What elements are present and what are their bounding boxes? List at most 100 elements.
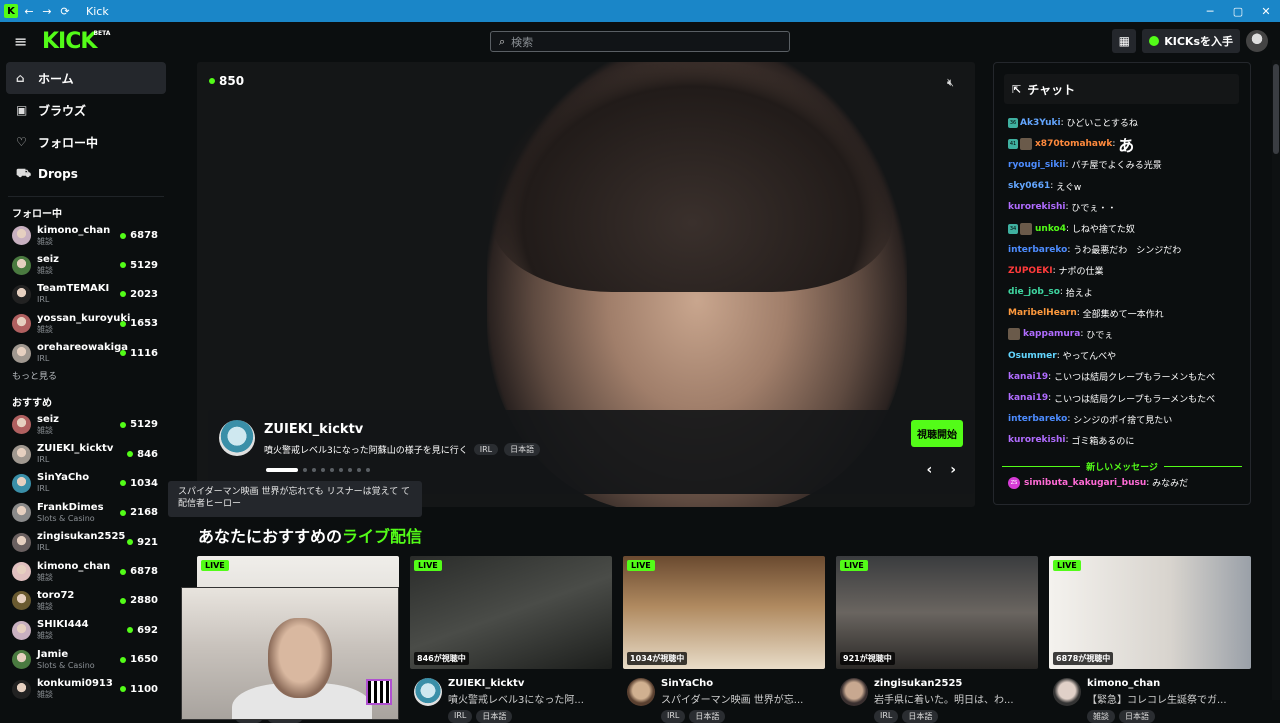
search-input[interactable]: ⌕ 検索 xyxy=(490,31,790,52)
sidebar-item-drops[interactable]: ⛟ Drops xyxy=(6,158,166,190)
chat-username[interactable]: interbareko xyxy=(1008,414,1067,424)
sidebar-channel[interactable]: yossan_kuroyuki 雑談 1653 xyxy=(0,309,172,338)
stream-card[interactable]: LIVE 846が視聴中 ZUIEKI_kicktv 噴火警戒レベル3になった阿… xyxy=(410,556,612,723)
new-messages-divider[interactable]: 新しいメッセージ xyxy=(1002,460,1243,473)
chat-username[interactable]: Ak3Yuki xyxy=(1020,118,1061,128)
featured-channel-name[interactable]: ZUIEKI_kicktv xyxy=(264,422,363,437)
stream-card[interactable]: LIVE 921が視聴中 zingisukan2525 岩手県に着いた。明日は、… xyxy=(836,556,1038,723)
carousel-dot[interactable] xyxy=(312,468,316,472)
channel-avatar[interactable] xyxy=(414,678,442,706)
chat-username[interactable]: ryougi_sikii xyxy=(1008,160,1066,170)
sidebar-channel[interactable]: kimono_chan 雑談 6878 xyxy=(0,221,172,250)
tag-japanese[interactable]: 日本語 xyxy=(504,443,541,456)
show-more-link[interactable]: もっと見る xyxy=(12,368,172,384)
stream-tag[interactable]: IRL xyxy=(448,710,473,723)
stream-thumbnail[interactable]: LIVE 1034が視聴中 xyxy=(623,556,825,669)
popout-icon[interactable]: ⇱ xyxy=(1012,83,1021,96)
sidebar-channel[interactable]: TeamTEMAKI IRL 2023 xyxy=(0,280,172,309)
stream-title[interactable]: 【緊急】コレコレ生誕祭でガ... xyxy=(1087,691,1251,706)
chevron-right-icon[interactable]: › xyxy=(950,462,956,478)
chat-username[interactable]: kappamura xyxy=(1023,329,1080,339)
channel-avatar[interactable] xyxy=(1053,678,1081,706)
chat-username[interactable]: die_job_so xyxy=(1008,287,1060,297)
dashboard-button[interactable]: ▦ xyxy=(1112,29,1137,53)
channel-name[interactable]: ZUIEKI_kicktv xyxy=(448,678,524,689)
carousel-dot[interactable] xyxy=(366,468,370,472)
channel-name: kimono_chan xyxy=(37,224,111,236)
sidebar-channel[interactable]: FrankDimes Slots & Casino 2168 xyxy=(0,498,172,527)
sidebar-item-browse[interactable]: ▣ ブラウズ xyxy=(6,94,166,126)
sidebar-channel[interactable]: seiz 雑談 5129 xyxy=(0,410,172,439)
channel-name[interactable]: zingisukan2525 xyxy=(874,678,962,689)
stream-card[interactable]: LIVE 1034が視聴中 SinYaCho スパイダーマン映画 世界が忘...… xyxy=(623,556,825,723)
channel-name[interactable]: SinYaCho xyxy=(661,678,713,689)
menu-icon[interactable]: ≡ xyxy=(14,32,30,51)
page-scrollbar[interactable] xyxy=(1272,60,1280,700)
kick-logo[interactable]: KICK BETA xyxy=(42,29,110,54)
chat-username[interactable]: interbareko xyxy=(1008,245,1067,255)
sidebar-channel[interactable]: zingisukan2525 IRL 921 xyxy=(0,528,172,557)
chat-username[interactable]: ZUPOEKI xyxy=(1008,266,1053,276)
maximize-button[interactable]: ▢ xyxy=(1224,0,1252,22)
carousel-dot[interactable] xyxy=(330,468,334,472)
stream-tag[interactable]: 雑談 xyxy=(1087,710,1115,723)
back-arrow-icon[interactable]: ← xyxy=(22,4,36,18)
chat-username[interactable]: kanai19 xyxy=(1008,393,1048,403)
stream-thumbnail[interactable]: LIVE 921が視聴中 xyxy=(836,556,1038,669)
reload-icon[interactable]: ⟳ xyxy=(58,4,72,18)
chat-username[interactable]: unko4 xyxy=(1035,224,1066,234)
sidebar-channel[interactable]: SHIKI444 雑談 692 xyxy=(0,616,172,645)
stream-card[interactable]: LIVE 6878が視聴中 kimono_chan 【緊急】コレコレ生誕祭でガ.… xyxy=(1049,556,1251,723)
sidebar-channel[interactable]: seiz 雑談 5129 xyxy=(0,250,172,279)
chat-username[interactable]: kurorekishi xyxy=(1008,202,1065,212)
chat-username[interactable]: kanai19 xyxy=(1008,372,1048,382)
carousel-dot[interactable] xyxy=(348,468,352,472)
close-button[interactable]: ✕ xyxy=(1252,0,1280,22)
chat-message: sky0661: えぐw xyxy=(1008,176,1248,197)
featured-channel-avatar[interactable] xyxy=(219,420,255,456)
sidebar-channel[interactable]: kimono_chan 雑談 6878 xyxy=(0,557,172,586)
chat-username[interactable]: sky0661 xyxy=(1008,181,1050,191)
mini-player[interactable] xyxy=(181,587,399,720)
sidebar-channel[interactable]: ZUIEKI_kicktv IRL 846 xyxy=(0,439,172,468)
sidebar-item-home[interactable]: ⌂ ホーム xyxy=(6,62,166,94)
sidebar-channel[interactable]: Jamie Slots & Casino 1650 xyxy=(0,645,172,674)
stream-tag[interactable]: 日本語 xyxy=(689,710,726,723)
stream-thumbnail[interactable]: LIVE 6878が視聴中 xyxy=(1049,556,1251,669)
sidebar-channel[interactable]: toro72 雑談 2880 xyxy=(0,586,172,615)
carousel-dot[interactable] xyxy=(303,468,307,472)
user-avatar[interactable] xyxy=(1246,30,1268,52)
carousel-dot[interactable] xyxy=(339,468,343,472)
chat-username[interactable]: x870tomahawk xyxy=(1035,139,1112,149)
mute-icon[interactable]: 🔇︎ xyxy=(947,76,961,90)
chat-username[interactable]: simibuta_kakugari_busu xyxy=(1024,478,1146,488)
stream-title[interactable]: 噴火警戒レベル3になった阿... xyxy=(448,691,612,706)
carousel-dot[interactable] xyxy=(357,468,361,472)
minimize-button[interactable]: ─ xyxy=(1196,0,1224,22)
sidebar-channel[interactable]: SinYaCho IRL 1034 xyxy=(0,469,172,498)
sidebar-item-following[interactable]: ♡ フォロー中 xyxy=(6,126,166,158)
chat-username[interactable]: MaribelHearn xyxy=(1008,308,1077,318)
start-watching-button[interactable]: 視聴開始 xyxy=(911,420,963,447)
stream-title[interactable]: スパイダーマン映画 世界が忘... xyxy=(661,691,825,706)
get-kicks-button[interactable]: KICKsを入手 xyxy=(1142,29,1240,53)
sidebar-channel[interactable]: orehareowakiga IRL 1116 xyxy=(0,339,172,368)
stream-thumbnail[interactable]: LIVE 846が視聴中 xyxy=(410,556,612,669)
tag-irl[interactable]: IRL xyxy=(473,444,499,455)
carousel-dot[interactable] xyxy=(321,468,325,472)
sidebar-channel[interactable]: konkumi0913 雑談 1100 xyxy=(0,674,172,703)
stream-tag[interactable]: 日本語 xyxy=(476,710,513,723)
stream-tag[interactable]: 日本語 xyxy=(902,710,939,723)
channel-name[interactable]: kimono_chan xyxy=(1087,678,1160,689)
chevron-left-icon[interactable]: ‹ xyxy=(926,462,932,478)
stream-tag[interactable]: IRL xyxy=(661,710,686,723)
chat-username[interactable]: Osummer xyxy=(1008,351,1057,361)
forward-arrow-icon[interactable]: → xyxy=(40,4,54,18)
carousel-dot[interactable] xyxy=(266,468,298,472)
channel-avatar[interactable] xyxy=(840,678,868,706)
channel-avatar[interactable] xyxy=(627,678,655,706)
stream-tag[interactable]: IRL xyxy=(874,710,899,723)
stream-tag[interactable]: 日本語 xyxy=(1119,710,1155,723)
stream-title[interactable]: 岩手県に着いた。明日は、わ... xyxy=(874,691,1038,706)
chat-username[interactable]: kurorekishi xyxy=(1008,435,1065,445)
